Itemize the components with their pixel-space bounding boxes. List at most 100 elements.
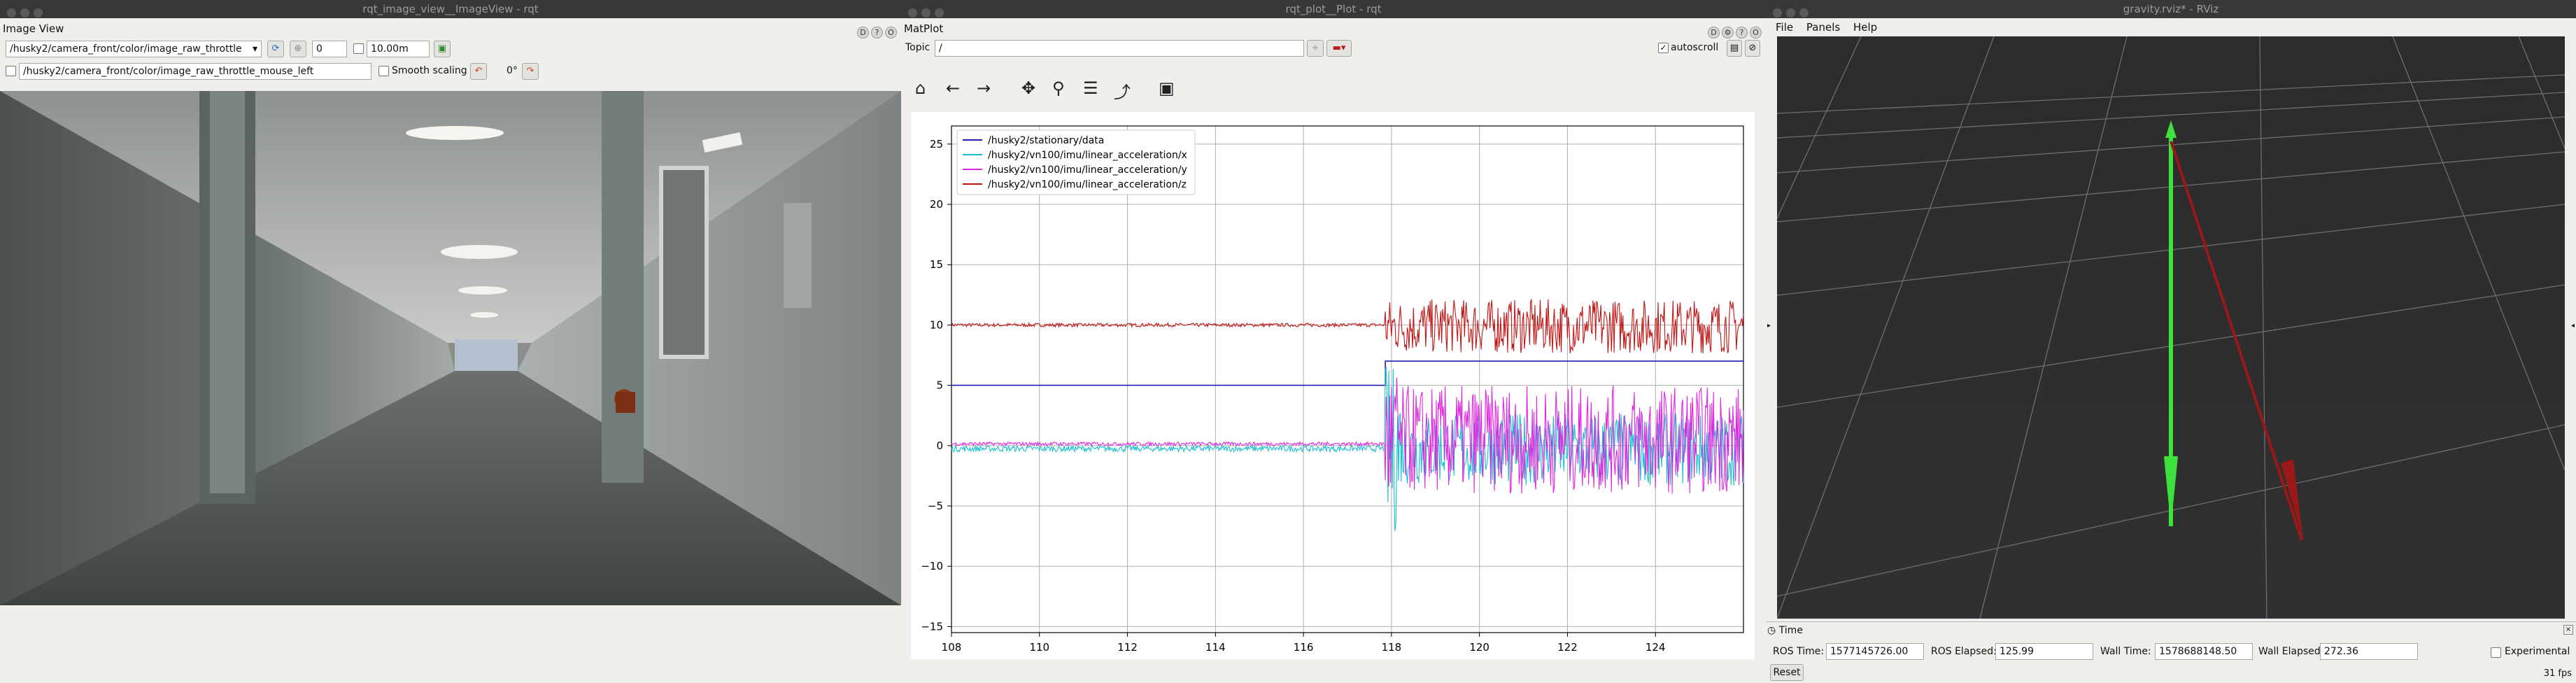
back-icon[interactable]: ← [946,78,960,98]
max-depth-field[interactable]: 10.00m [367,41,430,57]
experimental-checkbox[interactable] [2491,647,2501,658]
menu-help[interactable]: Help [1853,21,1877,34]
pan-icon[interactable]: ✥ [1021,78,1035,98]
y-tick-label: 0 [936,439,943,452]
plot-titlebar: rqt_plot__Plot - rqt [901,0,1766,18]
rotate-right-button[interactable]: ↷ [522,63,539,80]
close-icon[interactable] [908,8,917,17]
topic-label: Topic [905,42,930,53]
y-tick-label: −5 [928,500,943,512]
x-tick-label: 108 [942,641,962,654]
spin-box[interactable]: 0 [312,41,347,57]
zoom-icon[interactable]: ⚲ [1052,78,1065,98]
wall-elapsed-field: 272.36 [2320,643,2418,660]
wall-elapsed-value: 272.36 [2324,646,2358,657]
gear-icon[interactable]: ⚙ [1722,27,1734,38]
y-tick-label: 15 [930,258,943,271]
chevron-down-icon: ▾ [252,43,257,55]
mouse-topic-value: /husky2/camera_front/color/image_raw_thr… [23,66,314,77]
ros-time-label: ROS Time: [1773,646,1825,657]
line-chart[interactable]: 108 110 112 114 116 118 120 122 124 25 20 15 10 5 0 −5 −… [911,112,1755,659]
add-topic-button[interactable]: + [1307,40,1324,57]
ros-elapsed-value: 125.99 [2000,646,2034,657]
camera-image[interactable] [0,91,901,605]
depth-checkbox[interactable] [353,43,364,54]
time-panel-header: ◷ Time × [1767,624,2575,638]
plot-window: rqt_plot__Plot - rqt MatPlot D ⚙? O Topic … [901,0,1766,683]
help-icon[interactable]: ? [1736,27,1748,38]
configure-icon[interactable]: ☰ [1083,78,1098,98]
pause-button[interactable]: ⊘ [1745,40,1760,57]
x-tick-label: 112 [1117,641,1138,654]
dock-title: Image View [3,22,64,35]
ros-elapsed-label: ROS Elapsed: [1931,646,1997,657]
x-tick-label: 110 [1029,641,1049,654]
rviz-window: gravity.rviz* - RViz File Panels Help ▸ … [1766,0,2576,683]
autoscroll-label: autoscroll [1671,42,1719,53]
remove-topic-button[interactable]: ▬▾ [1326,40,1352,57]
wall-elapsed-label: Wall Elapsed: [2258,646,2324,657]
maximize-icon[interactable] [34,8,43,17]
save-image-button[interactable]: ▣ [434,41,451,57]
menu-panels[interactable]: Panels [1806,21,1840,34]
x-tick-label: 114 [1205,641,1226,654]
zoom-button[interactable]: ⊕ [290,41,306,57]
ros-elapsed-field: 125.99 [1995,643,2093,660]
legend-entry: /husky2/vn100/imu/linear_acceleration/y [988,164,1187,176]
y-tick-label: −15 [921,620,943,633]
time-panel: ◷ Time × ROS Time: 1577145726.00 ROS Ela… [1766,621,2576,683]
x-tick-label: 122 [1557,641,1578,654]
minimize-icon[interactable] [921,8,930,17]
reset-button[interactable]: Reset [1770,664,1804,681]
dock-title: MatPlot [904,22,944,35]
autoscroll-checkbox[interactable]: ✓ [1658,43,1669,53]
dock-D-icon[interactable]: D [857,27,869,38]
spin-value: 0 [316,43,323,55]
topic-label-text: Topic [905,42,930,53]
fps-label: 31 fps [2543,668,2572,679]
mouse-topic-field[interactable]: /husky2/camera_front/color/image_raw_thr… [19,63,371,80]
y-tick-label: −10 [921,560,943,572]
left-panel-collapse-icon[interactable]: ▸ [1767,322,1771,330]
wall-time-label: Wall Time: [2100,646,2151,657]
x-tick-label: 118 [1382,641,1402,654]
smooth-scaling-checkbox[interactable] [378,66,389,76]
home-icon[interactable]: ⌂ [915,78,926,98]
menu-file[interactable]: File [1776,21,1793,34]
ros-time-field: 1577145726.00 [1826,643,1924,660]
experimental-label: Experimental [2505,646,2570,657]
clear-button[interactable]: ▤ [1727,40,1742,57]
forward-icon[interactable]: → [977,78,991,98]
dock-close-icon[interactable]: O [885,27,897,38]
topic-select-value: /husky2/camera_front/color/image_raw_thr… [10,43,242,55]
topic-input-value: / [939,43,942,54]
y-tick-label: 20 [930,198,943,211]
maximize-icon[interactable] [935,8,944,17]
panel-close-icon[interactable]: × [2563,625,2573,635]
minimize-icon[interactable] [1786,8,1795,17]
3d-viewport[interactable] [1777,36,2565,619]
close-icon[interactable] [1773,8,1782,17]
wall-time-field: 1578688148.50 [2155,643,2253,660]
dock-D-icon[interactable]: D [1708,27,1720,38]
edit-curve-icon[interactable]: ⤴ [1114,78,1131,103]
refresh-button[interactable]: ⟳ [267,41,284,57]
topic-select[interactable]: /husky2/camera_front/color/image_raw_thr… [6,41,262,57]
right-panel-collapse-icon[interactable]: ◂ [2571,322,2575,330]
rotate-left-button[interactable]: ↶ [470,63,487,80]
image-view-titlebar: rqt_image_view__ImageView - rqt [0,0,901,18]
clock-icon: ◷ [1767,625,1776,636]
mouse-publish-checkbox[interactable] [6,66,16,76]
topic-input[interactable]: / [935,40,1304,57]
maximize-icon[interactable] [1799,8,1809,17]
legend-entry: /husky2/stationary/data [988,135,1104,146]
window-title: rqt_plot__Plot - rqt [1285,3,1382,15]
close-icon[interactable] [7,8,16,17]
save-icon[interactable]: ▣ [1159,78,1175,98]
y-tick-label: 10 [930,318,943,331]
max-depth-value: 10.00m [371,43,409,55]
help-icon[interactable]: ? [871,27,883,38]
dock-close-icon[interactable]: O [1750,27,1762,38]
minimize-icon[interactable] [20,8,29,17]
image-view-window: rqt_image_view__ImageView - rqt Image Vi… [0,0,901,683]
